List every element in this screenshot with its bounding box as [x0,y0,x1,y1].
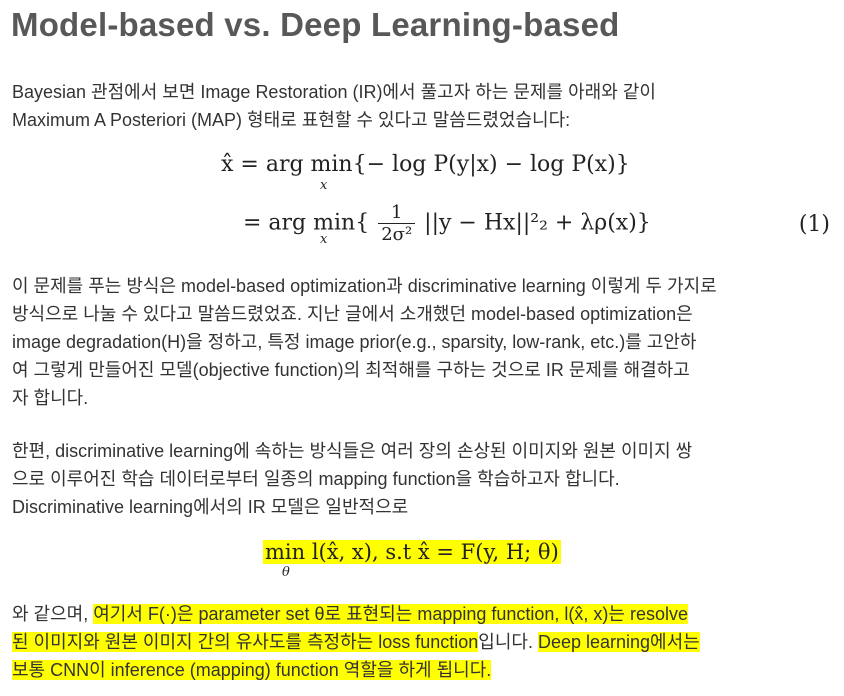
equation-row-1: x̂ = arg min{− log P(y|x) − log P(x)} [221,152,630,177]
equation-row-2: = arg min{ 1 2σ² ||y − Hx||²₂ + λρ(x)} [243,202,651,245]
explanation-line-2: 된 이미지와 원본 이미지 간의 유사도를 측정하는 loss function… [12,628,832,656]
paragraph-methods: 이 문제를 푸는 방식은 model-based optimization과 d… [12,272,832,412]
explanation-line-1: 와 같으며, 여기서 F(·)은 parameter set θ로 표현되는 m… [12,600,832,628]
page-title: Model-based vs. Deep Learning-based [11,6,620,43]
equation-fraction: 1 2σ² [378,202,416,245]
equation-row-2-subscript: x [320,232,328,247]
intro-line-2: Maximum A Posteriori (MAP) 형태로 표현할 수 있다고… [12,110,571,130]
fraction-denominator: 2σ² [381,224,413,245]
highlighted-text: 여기서 F(·)은 parameter set θ로 표현되는 mapping … [93,604,689,624]
paragraph-explanation: 와 같으며, 여기서 F(·)은 parameter set θ로 표현되는 m… [12,600,832,684]
map-equation: x̂ = arg min{− log P(y|x) − log P(x)} x … [0,150,844,260]
learning-objective-equation: min l(x̂, x), s.t x̂ = F(y, H; θ) [263,540,561,564]
equation-row-2-right: ||y − Hx||²₂ + λρ(x)} [424,210,651,236]
explanation-text: 와 같으며, [12,604,94,624]
paragraph-line: image degradation(H)을 정하고, 특정 image prio… [12,332,697,352]
intro-paragraph: Bayesian 관점에서 보면 Image Restoration (IR)에… [12,78,832,134]
paragraph-line: Discriminative learning에서의 IR 모델은 일반적으로 [12,497,409,517]
explanation-line-3: 보통 CNN이 inference (mapping) function 역할을… [12,656,832,684]
equation-row-1-subscript: x [320,178,328,193]
paragraph-line: 자 합니다. [12,388,89,408]
explanation-text: 입니다. [478,632,538,652]
fraction-numerator: 1 [378,202,416,224]
equation-row-2-left: = arg min{ [243,210,370,236]
paragraph-discriminative: 한편, discriminative learning에 속하는 방식들은 여러… [12,437,832,521]
paragraph-line: 한편, discriminative learning에 속하는 방식들은 여러… [12,441,693,461]
paragraph-line: 이 문제를 푸는 방식은 model-based optimization과 d… [12,276,717,296]
paragraph-line: 방식으로 나눌 수 있다고 말씀드렸었죠. 지난 글에서 소개했던 model-… [12,304,693,324]
equation-row-1-text: x̂ = arg min{− log P(y|x) − log P(x)} [221,152,630,177]
highlighted-text: 된 이미지와 원본 이미지 간의 유사도를 측정하는 loss function [12,632,479,652]
paragraph-line: 으로 이루어진 학습 데이터로부터 일종의 mapping function을 … [12,469,620,489]
highlighted-text: Deep learning에서는 [537,632,700,652]
equation-number: (1) [798,212,830,237]
highlighted-text: 보통 CNN이 inference (mapping) function 역할을… [12,660,492,680]
learning-objective-subscript: θ [282,565,290,580]
paragraph-line: 여 그렇게 만들어진 모델(objective function)의 최적해를 … [12,360,690,380]
blog-post-page: Model-based vs. Deep Learning-based Baye… [0,0,844,696]
intro-line-1: Bayesian 관점에서 보면 Image Restoration (IR)에… [12,82,656,102]
